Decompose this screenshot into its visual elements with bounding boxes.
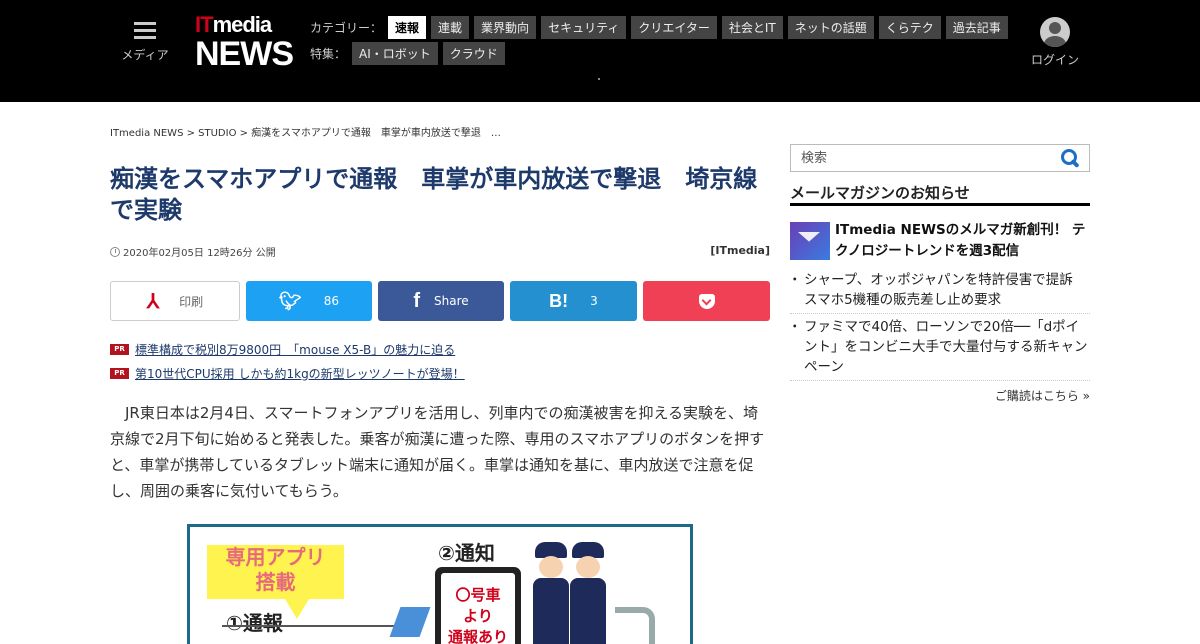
- media-menu-label: メディア: [121, 48, 169, 62]
- hamburger-icon: [134, 22, 156, 40]
- figure-step-notify: ②通知: [438, 541, 495, 565]
- subscribe-link[interactable]: ご購読はこちら »: [790, 387, 1090, 404]
- pdf-icon: ⅄: [146, 290, 160, 313]
- figure-step-report: ①通報: [226, 611, 283, 635]
- hatena-b-icon: B!: [549, 290, 569, 311]
- nav-tag-net-topics[interactable]: ネットの話題: [787, 15, 874, 39]
- nav-tag-breaking[interactable]: 速報: [388, 15, 427, 39]
- pr-link-1[interactable]: PR 標準構成で税別8万9800円 「mouse X5-B」の魅力に迫る: [110, 340, 455, 358]
- publish-date: 2020年02月05日 12時26分 公開: [123, 248, 276, 259]
- figure-tablet-screen: 〇号車 より 通報あり: [441, 573, 515, 644]
- special-label: 特集：: [310, 46, 347, 61]
- print-label: 印刷: [179, 294, 204, 309]
- nav-tag-creator[interactable]: クリエイター: [631, 15, 717, 39]
- category-nav: カテゴリー： 速報 連載 業界動向 セキュリティ クリエイター 社会とIT ネッ…: [310, 15, 1013, 39]
- special-nav: 特集： AI・ロボット クラウド: [310, 41, 510, 65]
- search-input[interactable]: [791, 145, 1051, 171]
- figure-arrow-icon: [389, 607, 431, 637]
- nav-tag-society[interactable]: 社会とIT: [721, 15, 783, 39]
- conductor-icon: [570, 542, 606, 644]
- article-meta: 2020年02月05日 12時26分 公開 [ITmedia]: [110, 244, 770, 260]
- pocket-button[interactable]: [643, 281, 770, 321]
- login-button[interactable]: ログイン: [1030, 17, 1080, 68]
- figure-underline: [222, 625, 402, 627]
- nav-tag-series[interactable]: 連載: [431, 15, 470, 39]
- pr-link-text[interactable]: 第10世代CPU採用 しかも約1kgの新型レッツノートが登場！: [135, 365, 465, 382]
- search-box: [790, 144, 1090, 172]
- share-bar: ⅄ 印刷 🐦︎ 86 f Share B! 3: [110, 281, 770, 321]
- twitter-count: 86: [323, 294, 340, 308]
- nav-tag-security[interactable]: セキュリティ: [541, 15, 627, 39]
- pr-link-text[interactable]: 標準構成で税別8万9800円 「mouse X5-B」の魅力に迫る: [135, 341, 455, 358]
- clock-icon: [110, 247, 120, 257]
- breadcrumb[interactable]: ITmedia NEWS > STUDIO > 痴漢をスマホアプリで通報 車掌が…: [110, 124, 501, 139]
- figure-pipe-icon: [615, 607, 655, 644]
- media-menu-button[interactable]: メディア: [120, 22, 170, 63]
- article-title: 痴漢をスマホアプリで通報 車掌が車内放送で撃退 埼京線で実験: [110, 165, 758, 224]
- pr-badge: PR: [110, 367, 129, 379]
- twitter-share-button[interactable]: 🐦︎ 86: [246, 281, 372, 321]
- article-figure[interactable]: 専用アプリ 搭載 ①通報 ②通知 〇号車 より 通報あり: [187, 524, 693, 644]
- facebook-f-icon: f: [413, 289, 421, 312]
- article-body: JR東日本は2月4日、スマートフォンアプリを活用し、列車内での痴漢被害を抑える実…: [110, 404, 765, 500]
- conductor-icon: [533, 542, 569, 644]
- category-label: カテゴリー：: [310, 20, 383, 35]
- facebook-share-button[interactable]: f Share: [378, 281, 504, 321]
- article-source: [ITmedia]: [710, 244, 770, 257]
- facebook-label: Share: [434, 294, 469, 308]
- mailmag-list-item[interactable]: ファミマで40倍、ローソンで20倍──「dポイント」をコンビニ大手で大量付与する…: [788, 317, 1090, 381]
- print-button[interactable]: ⅄ 印刷: [110, 281, 240, 321]
- mailmag-heading: メールマガジンのお知らせ: [790, 182, 1090, 206]
- twitter-bird-icon: 🐦︎: [278, 290, 302, 311]
- nav-tag-cloud[interactable]: クラウド: [442, 41, 505, 65]
- hatena-bookmark-button[interactable]: B! 3: [510, 281, 637, 321]
- login-label: ログイン: [1030, 53, 1079, 67]
- nav-tag-kuratech[interactable]: くらテク: [878, 15, 941, 39]
- itmedia-news-logo[interactable]: ITmedia NEWS: [195, 12, 295, 72]
- nav-tag-ai-robot[interactable]: AI・ロボット: [352, 41, 438, 65]
- hatena-count: 3: [590, 294, 598, 308]
- header-divider-dot: [598, 78, 600, 80]
- figure-tablet-icon: 〇号車 より 通報あり: [435, 567, 521, 644]
- pr-badge: PR: [110, 343, 129, 355]
- mail-icon: [790, 222, 830, 260]
- mailmag-list-item[interactable]: シャープ、オッポジャパンを特許侵害で提訴 スマホ5機種の販売差し止め要求: [788, 270, 1090, 314]
- nav-tag-archive[interactable]: 過去記事: [945, 15, 1008, 39]
- figure-app-note: 専用アプリ 搭載: [207, 545, 344, 599]
- figure-note-tail: [285, 599, 309, 619]
- mailmag-feature[interactable]: ITmedia NEWSのメルマガ新創刊！ テクノロジートレンドを週3配信: [790, 220, 1090, 264]
- nav-tag-industry[interactable]: 業界動向: [474, 15, 537, 39]
- pocket-icon: [698, 293, 715, 309]
- mailmag-feature-text[interactable]: ITmedia NEWSのメルマガ新創刊！ テクノロジートレンドを週3配信: [835, 220, 1090, 262]
- site-header: メディア ITmedia NEWS カテゴリー： 速報 連載 業界動向 セキュリ…: [0, 0, 1200, 102]
- user-avatar-icon: [1040, 17, 1070, 47]
- pr-link-2[interactable]: PR 第10世代CPU採用 しかも約1kgの新型レッツノートが登場！: [110, 364, 465, 382]
- search-icon[interactable]: [1061, 149, 1081, 169]
